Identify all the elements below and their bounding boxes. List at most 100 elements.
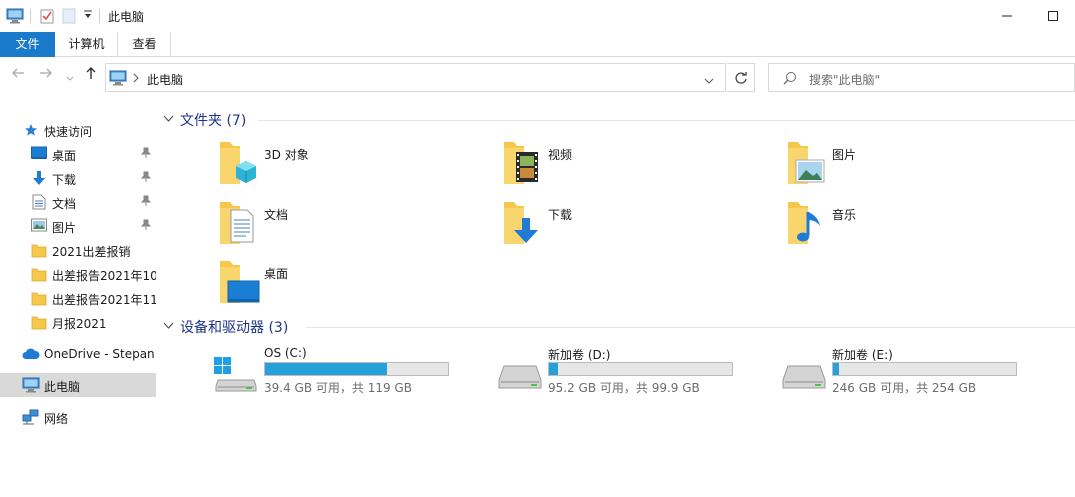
sidebar-item-label: 网络 [44, 412, 69, 426]
folder-label: 3D 对象 [264, 148, 309, 162]
pin-icon [140, 147, 152, 162]
downloads-folder-icon [502, 200, 542, 249]
folder-3d-objects[interactable]: 3D 对象 [218, 140, 478, 190]
drive-c[interactable]: OS (C:) 39.4 GB 可用，共 119 GB [214, 346, 474, 396]
collapse-chevron-icon[interactable] [163, 112, 174, 126]
sidebar-item-documents[interactable]: 文档 [0, 190, 156, 214]
breadcrumb[interactable]: 此电脑 [147, 71, 183, 88]
nav-quick-access[interactable]: 快速访问 [0, 118, 156, 142]
address-bar[interactable]: 此电脑 [105, 63, 726, 92]
videos-folder-icon [502, 140, 542, 189]
drive-usage-fill [265, 363, 388, 375]
picture-icon [31, 218, 47, 235]
maximize-button[interactable] [1043, 6, 1063, 26]
search-box[interactable]: 搜索"此电脑" [768, 63, 1075, 92]
music-folder-icon [786, 200, 826, 249]
3d-objects-folder-icon [218, 140, 258, 189]
drive-usage-bar [264, 362, 449, 376]
folder-icon [31, 266, 47, 285]
computer-icon [22, 377, 40, 396]
sidebar-item-folder[interactable]: 出差报告2021年11 [0, 286, 156, 310]
forward-button[interactable] [39, 67, 53, 83]
recent-locations-chevron-icon[interactable] [66, 70, 74, 86]
title-bar: 此电脑 [0, 0, 1075, 32]
pin-icon [140, 195, 152, 210]
windows-drive-icon [214, 346, 258, 395]
properties-icon[interactable] [40, 8, 54, 27]
folder-icon [31, 314, 47, 333]
document-icon [32, 194, 46, 213]
folder-pictures[interactable]: 图片 [786, 140, 1046, 190]
folder-label: 下载 [548, 208, 573, 222]
sidebar-item-pictures[interactable]: 图片 [0, 214, 156, 238]
customize-toolbar-chevron-icon[interactable] [83, 9, 93, 24]
drive-usage-bar [832, 362, 1017, 376]
pictures-folder-icon [786, 140, 826, 189]
sidebar-item-desktop[interactable]: 桌面 [0, 142, 156, 166]
folder-label: 文档 [264, 208, 289, 222]
pin-icon [140, 171, 152, 186]
address-history-chevron-icon[interactable] [704, 74, 714, 88]
sidebar-item-label: 此电脑 [44, 380, 81, 394]
sidebar-item-this-pc[interactable]: 此电脑 [0, 373, 156, 397]
sidebar-item-folder[interactable]: 2021出差报销 [0, 238, 156, 262]
desktop-icon [31, 146, 47, 163]
sidebar-item-label: 下载 [52, 173, 77, 187]
devices-group-title: 设备和驱动器 (3) [180, 320, 289, 336]
refresh-button[interactable] [727, 63, 755, 92]
sidebar-item-label: 月报2021 [52, 317, 107, 331]
folder-label: 音乐 [832, 208, 857, 222]
navigation-pane: 快速访问 桌面 下载 文档 图片 2021出差报销 出差报告2021年10 出差… [0, 110, 156, 497]
sidebar-item-onedrive[interactable]: OneDrive - Stepan [0, 342, 156, 366]
new-folder-icon[interactable] [62, 8, 76, 27]
sidebar-item-folder[interactable]: 出差报告2021年10 [0, 262, 156, 286]
folder-documents[interactable]: 文档 [218, 200, 478, 250]
folder-label: 桌面 [264, 267, 289, 281]
folder-icon [31, 242, 47, 261]
sidebar-item-label: OneDrive - Stepan [44, 347, 155, 361]
back-button[interactable] [11, 67, 25, 83]
folder-label: 视频 [548, 148, 573, 162]
drive-d[interactable]: 新加卷 (D:) 95.2 GB 可用，共 99.9 GB [498, 346, 758, 396]
search-icon [783, 71, 797, 88]
folder-downloads[interactable]: 下载 [502, 200, 762, 250]
folder-music[interactable]: 音乐 [786, 200, 1046, 250]
drive-name: 新加卷 (E:) [832, 348, 893, 362]
network-icon [22, 409, 40, 428]
computer-icon [109, 70, 127, 89]
collapse-chevron-icon[interactable] [163, 319, 174, 333]
hard-drive-icon [498, 346, 542, 395]
minimize-button[interactable] [997, 6, 1017, 26]
tab-view[interactable]: 查看 [119, 32, 171, 57]
sidebar-item-downloads[interactable]: 下载 [0, 166, 156, 190]
computer-icon [6, 8, 24, 27]
ribbon-tabs: 文件 计算机 查看 [0, 32, 1075, 57]
folder-videos[interactable]: 视频 [502, 140, 762, 190]
documents-folder-icon [218, 200, 258, 249]
drive-free-space: 39.4 GB 可用，共 119 GB [264, 381, 412, 395]
desktop-folder-icon [218, 259, 260, 308]
star-icon [24, 123, 38, 140]
drive-name: 新加卷 (D:) [548, 348, 611, 362]
folders-group-title: 文件夹 (7) [180, 113, 247, 129]
sidebar-item-label: 2021出差报销 [52, 245, 131, 259]
drive-usage-bar [548, 362, 733, 376]
download-icon [31, 170, 47, 189]
drive-usage-fill [833, 363, 839, 375]
folder-desktop[interactable]: 桌面 [218, 259, 478, 309]
drive-e[interactable]: 新加卷 (E:) 246 GB 可用，共 254 GB [782, 346, 1042, 396]
search-input[interactable]: 搜索"此电脑" [809, 71, 880, 88]
sidebar-item-folder[interactable]: 月报2021 [0, 310, 156, 334]
tab-computer[interactable]: 计算机 [56, 32, 118, 57]
pin-icon [140, 219, 152, 234]
breadcrumb-chevron-icon[interactable] [132, 72, 140, 86]
sidebar-item-label: 出差报告2021年11 [52, 293, 156, 307]
drive-free-space: 95.2 GB 可用，共 99.9 GB [548, 381, 700, 395]
tab-file[interactable]: 文件 [0, 32, 55, 57]
sidebar-item-network[interactable]: 网络 [0, 405, 156, 429]
drive-name: OS (C:) [264, 346, 307, 360]
up-button[interactable] [85, 66, 97, 84]
cloud-icon [22, 348, 40, 363]
sidebar-item-label: 图片 [52, 221, 77, 235]
sidebar-item-label: 桌面 [52, 149, 77, 163]
